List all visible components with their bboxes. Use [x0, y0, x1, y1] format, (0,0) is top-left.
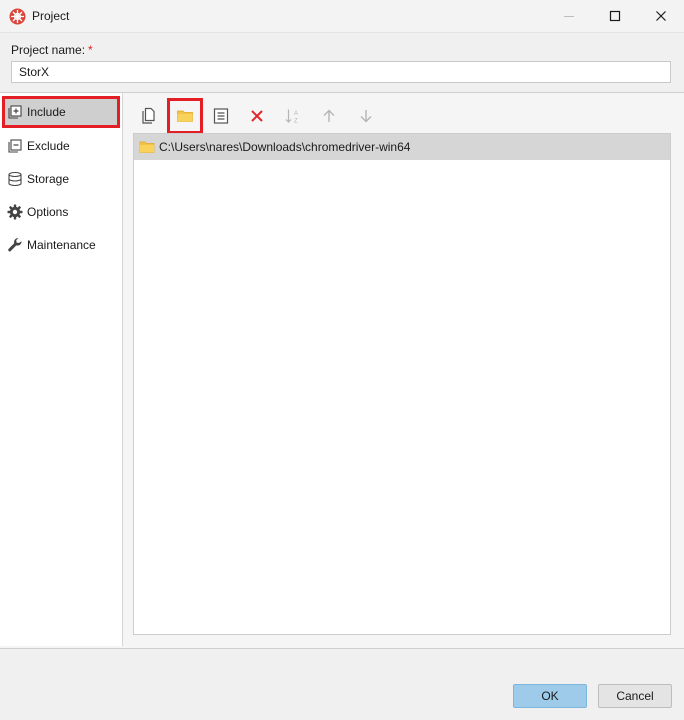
ok-button[interactable]: OK: [513, 684, 587, 708]
delete-icon: [251, 110, 263, 122]
toolbar: A Z: [133, 98, 671, 134]
sidebar-item-storage[interactable]: Storage: [2, 163, 120, 195]
delete-button[interactable]: [245, 104, 269, 128]
wrench-icon: [6, 236, 24, 254]
maximize-button[interactable]: [592, 0, 638, 32]
list-item[interactable]: C:\Users\nares\Downloads\chromedriver-wi…: [134, 134, 670, 160]
add-files-button[interactable]: [136, 104, 160, 128]
add-folder-icon: [177, 110, 193, 122]
project-name-label-text: Project name:: [11, 43, 86, 57]
project-name-label: Project name: *: [11, 43, 93, 57]
svg-text:A: A: [294, 111, 298, 117]
add-folder-button[interactable]: [167, 98, 203, 134]
sidebar-item-label: Options: [27, 205, 69, 219]
add-files-icon: [142, 107, 155, 124]
sidebar-item-include[interactable]: Include: [2, 96, 120, 128]
sidebar-item-label: Exclude: [27, 139, 70, 153]
include-list[interactable]: C:\Users\nares\Downloads\chromedriver-wi…: [133, 133, 671, 635]
database-icon: [6, 170, 24, 188]
sidebar: Include Exclude Storage Options Maintena…: [0, 93, 123, 646]
arrow-up-icon: [323, 109, 335, 122]
sidebar-item-label: Storage: [27, 172, 70, 186]
folder-icon: [139, 140, 155, 154]
svg-text:Z: Z: [294, 119, 298, 125]
close-window-button[interactable]: [638, 0, 684, 32]
window-title: Project: [32, 9, 70, 23]
sidebar-item-label: Maintenance: [27, 238, 96, 252]
cancel-button[interactable]: Cancel: [598, 684, 672, 708]
arrow-down-icon: [360, 110, 372, 123]
list-icon: [213, 108, 229, 124]
maximize-icon: [609, 10, 621, 22]
sidebar-item-maintenance[interactable]: Maintenance: [2, 229, 120, 261]
sort-az-icon: A Z: [285, 109, 298, 125]
move-down-button[interactable]: [354, 104, 378, 128]
title-bar: Project: [0, 0, 684, 33]
include-icon: [6, 103, 24, 121]
required-marker: *: [88, 43, 93, 57]
project-name-input[interactable]: [11, 61, 671, 83]
sidebar-item-exclude[interactable]: Exclude: [2, 130, 120, 162]
main-panel: Include Exclude Storage Options Maintena…: [0, 92, 684, 649]
sidebar-item-label: Include: [27, 105, 66, 119]
sort-button[interactable]: A Z: [281, 104, 305, 128]
storx-logo-icon: [9, 8, 26, 25]
list-button[interactable]: [209, 104, 233, 128]
close-icon: [656, 11, 666, 21]
minimize-button[interactable]: [546, 0, 592, 32]
exclude-icon: [6, 137, 24, 155]
sidebar-item-options[interactable]: Options: [2, 196, 120, 228]
gear-icon: [6, 203, 24, 221]
move-up-button[interactable]: [317, 104, 341, 128]
list-item-path: C:\Users\nares\Downloads\chromedriver-wi…: [159, 140, 411, 154]
minimize-icon: [564, 16, 574, 17]
